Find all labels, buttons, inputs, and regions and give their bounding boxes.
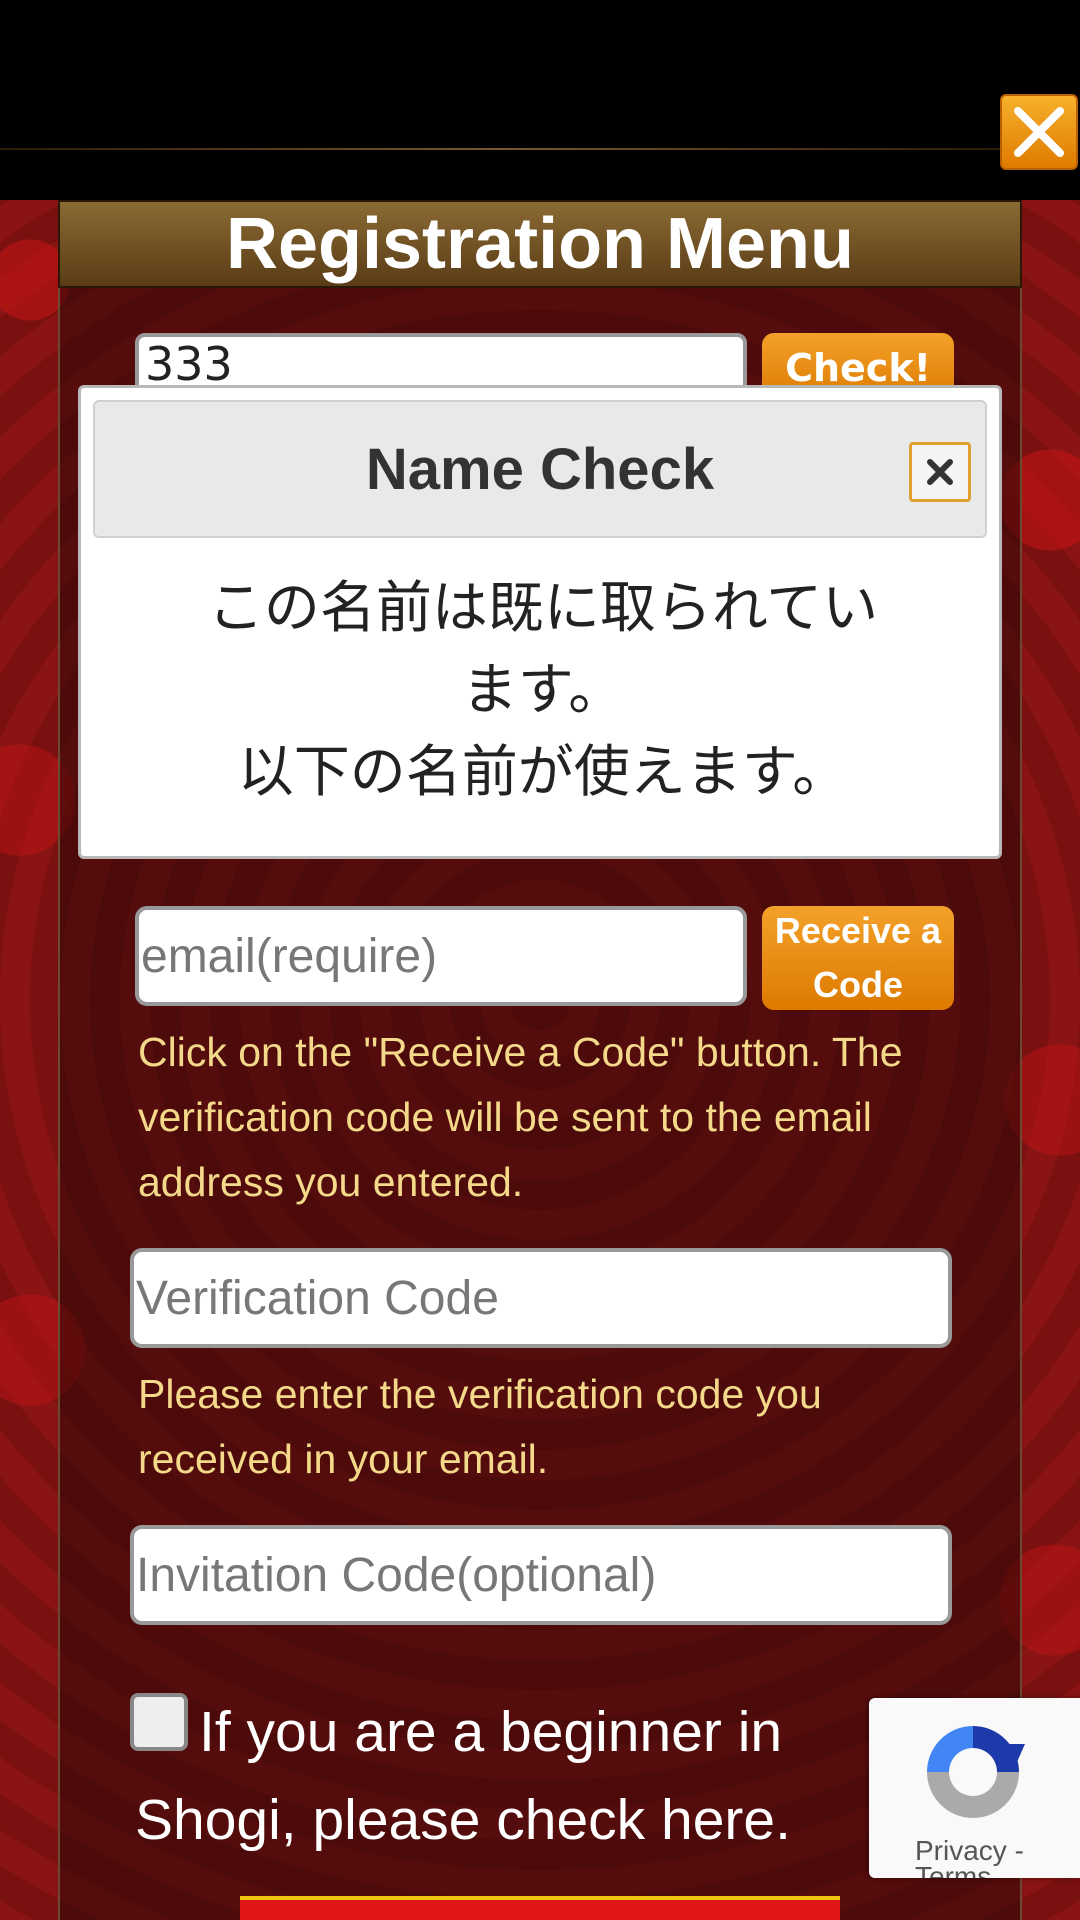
receive-code-label-line1: Receive a xyxy=(774,910,942,951)
page-title-text: Registration Menu xyxy=(225,204,855,284)
check-name-label: Check! xyxy=(785,346,931,390)
verification-code-field[interactable]: Verification Code xyxy=(130,1248,952,1348)
dialog-message: この名前は既に取られてい ます。 以下の名前が使えます。 xyxy=(121,568,965,814)
recaptcha-badge[interactable]: Privacy - Terms xyxy=(869,1698,1080,1878)
close-icon xyxy=(1014,107,1064,157)
recaptcha-links: Privacy - Terms xyxy=(915,1837,1024,1879)
invitation-placeholder: Invitation Code(optional) xyxy=(136,1548,657,1602)
dialog-title: Name Check xyxy=(365,436,715,502)
receive-code-label-line2: Code xyxy=(812,964,903,1005)
email-field[interactable]: email(require) xyxy=(135,906,747,1006)
beginner-label: If you are a beginner in Shogi, please c… xyxy=(135,1700,791,1852)
email-help-text: Click on the "Receive a Code" button. Th… xyxy=(138,1029,903,1205)
verification-help-text: Please enter the verification code you r… xyxy=(138,1371,822,1482)
dialog-message-line: 以下の名前が使えます。 xyxy=(237,740,849,805)
page-title: Registration Menu xyxy=(58,200,1022,288)
top-bar xyxy=(0,0,1080,200)
dialog-header: Name Check xyxy=(93,400,987,538)
name-input-value: 333 xyxy=(145,337,233,391)
close-icon xyxy=(927,459,953,485)
email-placeholder: email(require) xyxy=(141,929,438,983)
bottom-button-edge[interactable] xyxy=(240,1896,840,1920)
verification-placeholder: Verification Code xyxy=(136,1271,499,1325)
recaptcha-icon xyxy=(927,1726,1025,1818)
dialog-message-line: ます。 xyxy=(461,658,625,723)
close-button[interactable] xyxy=(1000,94,1078,170)
dialog-message-line: この名前は既に取られてい xyxy=(207,576,879,641)
dialog-close-button[interactable] xyxy=(909,442,971,502)
top-bar-divider xyxy=(0,148,1000,150)
receive-code-button[interactable]: Receive a Code xyxy=(762,906,954,1010)
invitation-code-field[interactable]: Invitation Code(optional) xyxy=(130,1525,952,1625)
recaptcha-terms-link[interactable]: Terms xyxy=(915,1863,1024,1879)
name-check-dialog: Name Check この名前は既に取られてい ます。 以下の名前が使えます。 xyxy=(78,385,1002,859)
